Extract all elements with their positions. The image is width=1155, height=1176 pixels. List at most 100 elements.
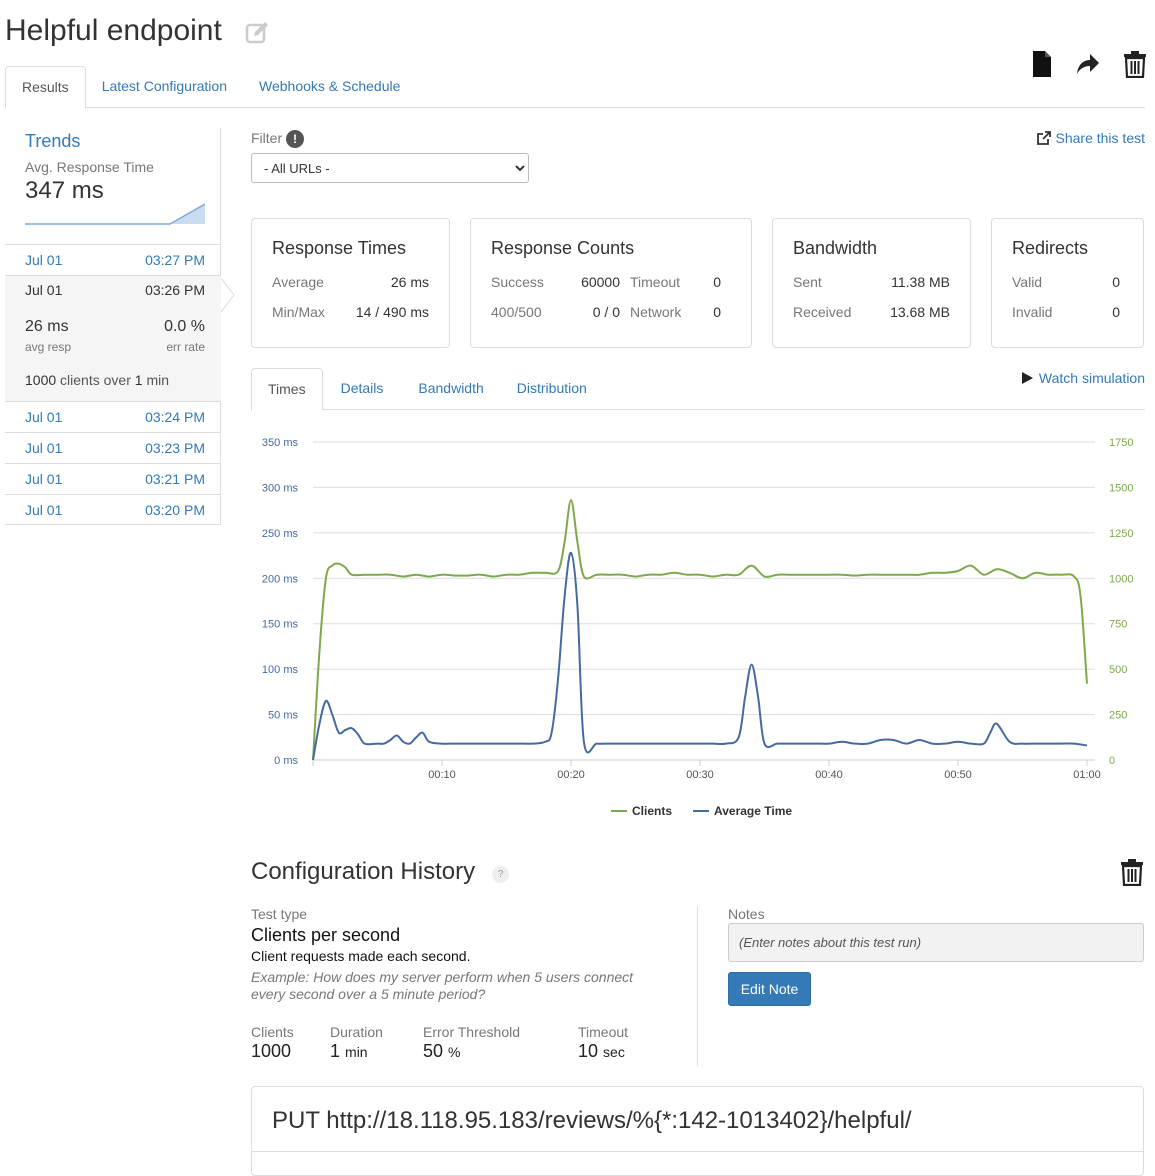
y-right-tick-label: 1750 [1109,437,1133,449]
edit-icon[interactable] [244,20,270,46]
tab-results[interactable]: Results [5,66,86,109]
y-left-tick-label: 150 ms [262,619,299,631]
tab-distribution[interactable]: Distribution [501,368,603,410]
run-clients: 1000 [25,372,57,388]
card-response-times: Response Times Average 26 ms Min/Max 14 … [251,218,450,348]
y-left-tick-label: 100 ms [262,664,299,676]
config-divider [697,906,698,1066]
run-time: 03:26 PM [145,282,205,298]
run-time: 03:24 PM [145,409,205,425]
received-label: Received [793,304,852,320]
watch-simulation-link[interactable]: Watch simulation [1021,370,1145,386]
param-value: 1000 [251,1041,292,1061]
tab-times[interactable]: Times [251,368,323,411]
run-item[interactable]: Jul 01 03:21 PM [5,463,221,494]
success-value: 60000 [581,274,620,290]
selected-run-pointer [221,278,235,312]
run-item[interactable]: Jul 01 03:20 PM [5,494,221,525]
run-item-selected[interactable]: Jul 01 03:26 PM 26 ms avg resp 0.0 % err… [5,275,221,401]
param-value: 1 [330,1041,341,1061]
edit-note-button[interactable]: Edit Note [728,972,811,1006]
page-title: Helpful endpoint [5,14,222,47]
param-error-threshold: Error Threshold 50 % [423,1024,520,1062]
card-title: Redirects [1012,238,1089,258]
request-separator [252,1151,1143,1152]
tab-details[interactable]: Details [323,368,402,410]
y-left-tick-label: 50 ms [268,710,298,722]
y-right-tick-label: 1500 [1109,482,1133,494]
times-chart: 0 ms 0 50 ms 250 100 ms 500 150 ms 750 200 ms 100… [262,437,1134,818]
valid-label: Valid [1012,274,1043,290]
run-date: Jul 01 [25,252,63,268]
param-label: Timeout [578,1024,629,1040]
run-date: Jul 01 [25,502,63,518]
card-title: Bandwidth [793,238,878,258]
run-item[interactable]: Jul 01 03:23 PM [5,432,221,463]
param-clients: Clients 1000 [251,1024,294,1062]
param-unit: % [448,1044,461,1060]
y-right-tick-label: 750 [1109,619,1127,631]
param-unit: min [345,1044,368,1060]
timeout-value: 0 [713,274,721,290]
x-tick-label: 00:40 [815,769,843,781]
run-err-value: 0.0 % [164,318,205,335]
trend-sparkline [25,203,205,225]
run-duration-unit: min [146,372,169,388]
tab-latest-configuration[interactable]: Latest Configuration [86,66,243,108]
chart-tabs: Times Details Bandwidth Distribution [251,368,1145,411]
sent-label: Sent [793,274,822,290]
invalid-value: 0 [1112,304,1120,320]
param-value: 50 [423,1041,444,1061]
errors-value: 0 / 0 [592,304,620,320]
y-right-tick-label: 1000 [1109,573,1133,585]
run-summary: 1000 clients over 1 min [25,372,169,388]
param-duration: Duration 1 min [330,1024,383,1062]
param-value: 10 [578,1041,599,1061]
y-right-tick-label: 250 [1109,710,1127,722]
trends-title[interactable]: Trends [25,131,80,152]
y-left-tick-label: 350 ms [262,437,299,449]
param-unit: sec [603,1044,625,1060]
filter-info-icon[interactable]: ! [286,130,304,148]
x-tick-label: 00:50 [944,769,972,781]
test-type-label: Test type [251,906,308,922]
average-label: Average [272,274,324,290]
play-icon [1021,372,1033,384]
y-right-tick-label: 1250 [1109,528,1133,540]
tab-bandwidth[interactable]: Bandwidth [401,368,500,410]
run-time: 03:21 PM [145,471,205,487]
x-tick-label: 00:30 [686,769,714,781]
tab-webhooks-schedule[interactable]: Webhooks & Schedule [243,66,416,108]
network-label: Network [630,304,682,320]
request-line: PUT http://18.118.95.183/reviews/%{*:142… [272,1107,912,1134]
y-left-tick-label: 0 ms [274,755,298,767]
run-time: 03:20 PM [145,502,205,518]
test-type-description: Client requests made each second. [251,948,471,964]
notes-field[interactable]: (Enter notes about this test run) [728,923,1144,962]
card-redirects: Redirects Valid 0 Invalid 0 [991,218,1144,348]
notes-label: Notes [728,906,765,922]
run-item-header: Jul 01 03:26 PM [5,275,221,306]
errors-label: 400/500 [491,304,542,320]
trend-metric-label: Avg. Response Time [25,159,154,175]
run-item[interactable]: Jul 01 03:24 PM [5,401,221,432]
run-item[interactable]: Jul 01 03:27 PM [5,244,221,275]
config-help-icon[interactable]: ? [492,866,509,883]
run-time: 03:27 PM [145,252,205,268]
series-line-clients [312,499,1088,761]
card-bandwidth: Bandwidth Sent 11.38 MB Received 13.68 M… [772,218,971,348]
valid-value: 0 [1112,274,1120,290]
watch-simulation-label: Watch simulation [1038,370,1145,386]
param-label: Error Threshold [423,1024,521,1040]
legend-label: Clients [632,804,672,818]
url-filter-select[interactable]: - All URLs - [251,153,529,183]
run-avg-value: 26 ms [25,318,69,335]
config-history-title: Configuration History [251,858,476,885]
delete-config-trash-icon[interactable] [1120,858,1144,886]
run-date: Jul 01 [25,471,63,487]
x-tick-label: 00:20 [557,769,585,781]
sent-value: 11.38 MB [891,274,950,290]
share-test-link[interactable]: Share this test [1036,130,1145,146]
x-tick-label: 00:10 [428,769,456,781]
average-value: 26 ms [390,274,429,290]
